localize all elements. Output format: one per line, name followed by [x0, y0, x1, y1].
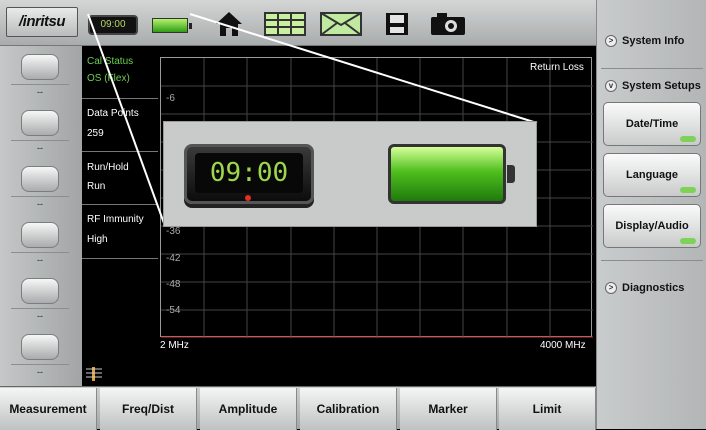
- large-clock-icon: 09:00: [184, 144, 314, 204]
- limit-tab[interactable]: Limit: [499, 388, 596, 430]
- date-time-button[interactable]: Date/Time: [603, 102, 701, 146]
- chevron-right-icon: >: [605, 282, 617, 294]
- language-button[interactable]: Language: [603, 153, 701, 197]
- freq-dist-tab[interactable]: Freq/Dist: [100, 388, 197, 430]
- bottom-tab-bar: Measurement Freq/Dist Amplitude Calibrat…: [0, 386, 596, 430]
- diagnostics-item[interactable]: > Diagnostics: [605, 282, 684, 294]
- chevron-right-icon: >: [605, 35, 617, 47]
- display-audio-button[interactable]: Display/Audio: [603, 204, 701, 248]
- amplitude-tab[interactable]: Amplitude: [200, 388, 297, 430]
- large-battery-icon: [388, 144, 515, 204]
- calibration-tab[interactable]: Calibration: [300, 388, 397, 430]
- zoom-callout: 09:00: [163, 121, 537, 227]
- right-menu-panel: > System Info v System Setups Date/Time …: [596, 0, 706, 429]
- system-setups-item[interactable]: v System Setups: [605, 80, 701, 92]
- measurement-tab[interactable]: Measurement: [0, 388, 97, 430]
- large-clock-time: 09:00: [195, 153, 303, 193]
- system-info-item[interactable]: > System Info: [605, 35, 684, 47]
- chevron-down-icon: v: [605, 80, 617, 92]
- marker-tab[interactable]: Marker: [400, 388, 497, 430]
